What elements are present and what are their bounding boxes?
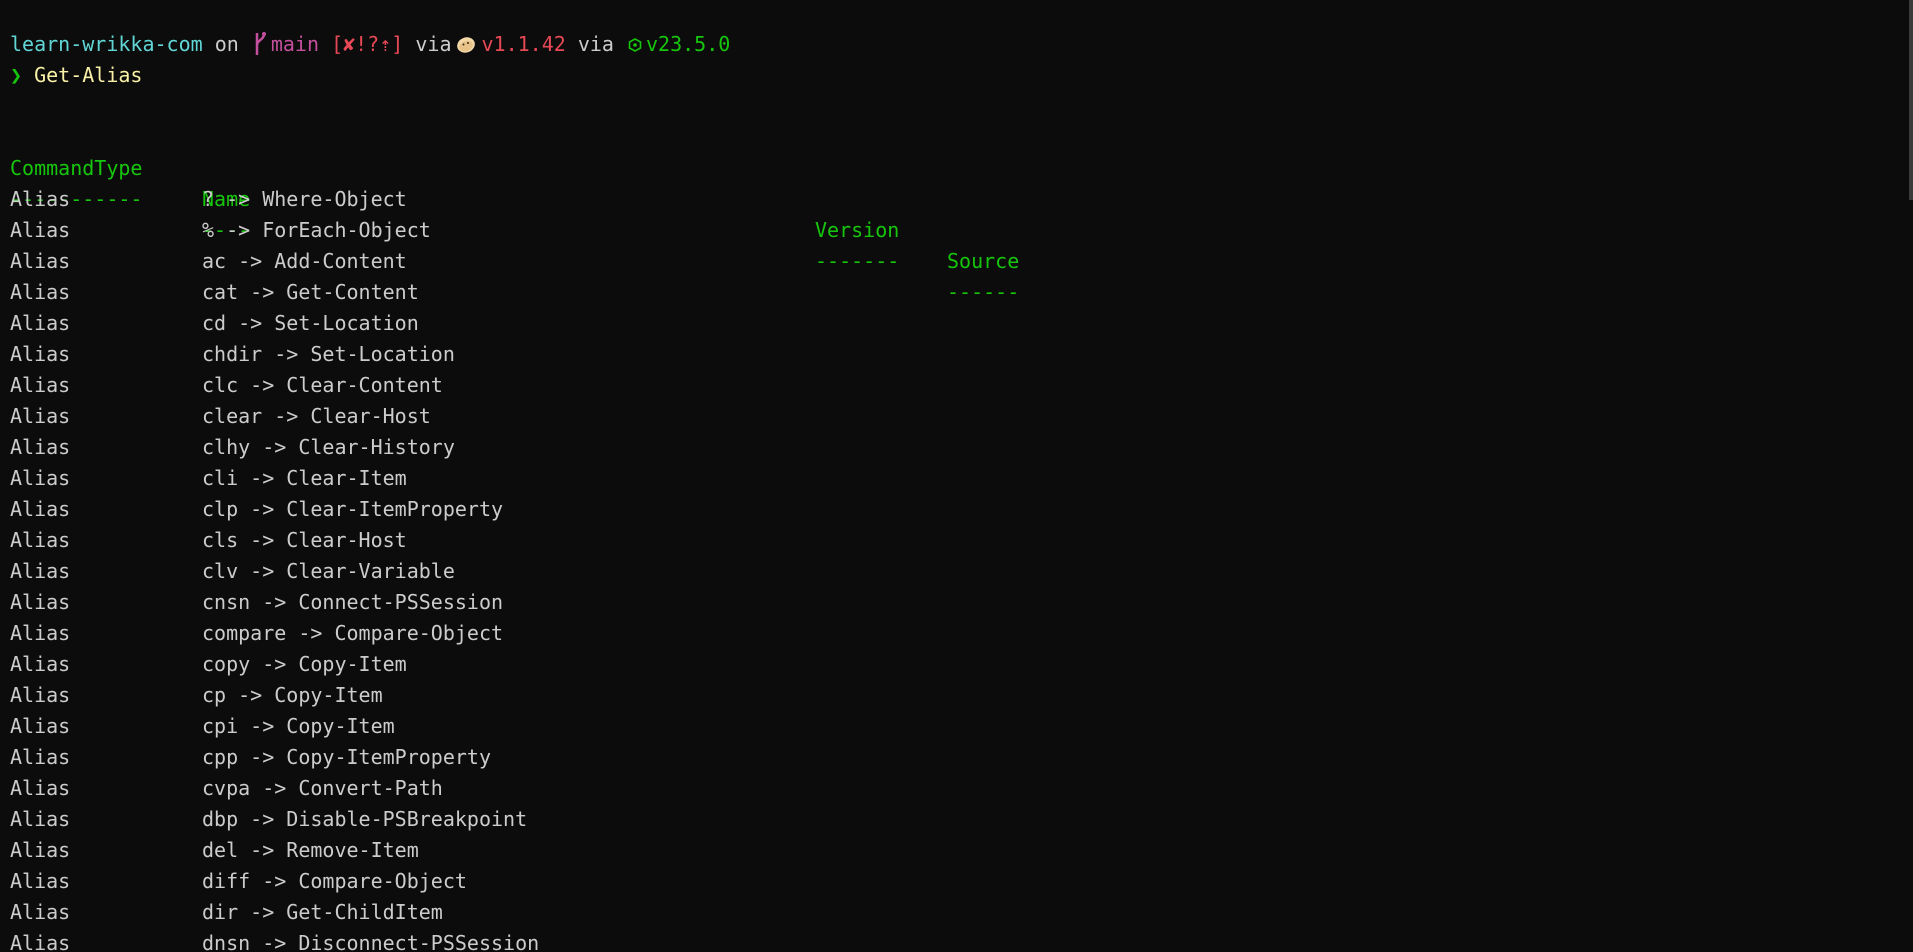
table-row: Alias clear -> Clear-Host (10, 401, 1893, 432)
cell-name: cls -> Clear-Host (202, 528, 407, 552)
table-row: Alias cp -> Copy-Item (10, 680, 1893, 711)
cell-commandtype: Alias (10, 621, 71, 645)
cell-name: dnsn -> Disconnect-PSSession (202, 931, 540, 952)
cell-commandtype: Alias (10, 497, 71, 521)
cell-commandtype: Alias (10, 373, 71, 397)
cell-name: diff -> Compare-Object (202, 869, 467, 893)
cell-commandtype: Alias (10, 652, 71, 676)
table-row: Alias diff -> Compare-Object (10, 866, 1893, 897)
prompt-symbol: ❯ (10, 63, 23, 87)
table-row: Alias ac -> Add-Content (10, 246, 1893, 277)
cell-name: cpp -> Copy-ItemProperty (202, 745, 491, 769)
cell-name: compare -> Compare-Object (202, 621, 504, 645)
prompt-tool-version: v1.1.42 (481, 32, 566, 56)
table-body: Alias ? -> Where-Object Alias % -> ForEach-… (10, 184, 1893, 952)
command-line[interactable]: ❯ Get-Alias (10, 60, 1893, 91)
cell-commandtype: Alias (10, 249, 71, 273)
cell-commandtype: Alias (10, 931, 71, 952)
cell-commandtype: Alias (10, 745, 71, 769)
scrollbar-thumb[interactable] (1909, 0, 1913, 200)
table-row: Alias cnsn -> Connect-PSSession (10, 587, 1893, 618)
cell-commandtype: Alias (10, 838, 71, 862)
cell-commandtype: Alias (10, 466, 71, 490)
cell-name: cat -> Get-Content (202, 280, 419, 304)
cell-name: dir -> Get-ChildItem (202, 900, 443, 924)
prompt-branch: main (270, 32, 320, 56)
table-row: Alias clp -> Clear-ItemProperty (10, 494, 1893, 525)
cell-name: % -> ForEach-Object (202, 218, 431, 242)
table-row: Alias dbp -> Disable-PSBreakpoint (10, 804, 1893, 835)
command-text: Get-Alias (34, 63, 143, 87)
table-row: Alias cpp -> Copy-ItemProperty (10, 742, 1893, 773)
terminal-window[interactable]: learn-wrikka-com on main [✘!?⇡] via v1.1.… (0, 0, 1913, 952)
cell-name: clc -> Clear-Content (202, 373, 443, 397)
cell-name: clear -> Clear-Host (202, 404, 431, 428)
prompt-directory: learn-wrikka-com (10, 32, 203, 56)
prompt-via-2: via (577, 32, 614, 56)
cell-commandtype: Alias (10, 869, 71, 893)
cell-commandtype: Alias (10, 900, 71, 924)
cell-name: clhy -> Clear-History (202, 435, 455, 459)
cell-commandtype: Alias (10, 807, 71, 831)
cell-commandtype: Alias (10, 342, 71, 366)
cell-name: ac -> Add-Content (202, 249, 407, 273)
prompt-git-status: [✘!?⇡] (331, 32, 404, 56)
table-header: CommandType Name Version Source (10, 122, 1893, 273)
cell-name: copy -> Copy-Item (202, 652, 407, 676)
cell-name: cnsn -> Connect-PSSession (202, 590, 504, 614)
table-row: Alias compare -> Compare-Object (10, 618, 1893, 649)
cell-name: cd -> Set-Location (202, 311, 419, 335)
cell-commandtype: Alias (10, 590, 71, 614)
table-row: Alias cpi -> Copy-Item (10, 711, 1893, 742)
cell-commandtype: Alias (10, 776, 71, 800)
prompt-node-version: v23.5.0 (646, 32, 731, 56)
cell-commandtype: Alias (10, 528, 71, 552)
table-row: Alias cvpa -> Convert-Path (10, 773, 1893, 804)
git-branch-icon (255, 32, 266, 55)
cell-name: clp -> Clear-ItemProperty (202, 497, 504, 521)
bun-icon (457, 37, 476, 53)
table-row: Alias dnsn -> Disconnect-PSSession (10, 928, 1893, 952)
cell-name: chdir -> Set-Location (202, 342, 455, 366)
prompt-on: on (214, 32, 239, 56)
table-row: Alias dir -> Get-ChildItem (10, 897, 1893, 928)
table-row: Alias clhy -> Clear-History (10, 432, 1893, 463)
cell-commandtype: Alias (10, 714, 71, 738)
cell-name: ? -> Where-Object (202, 187, 407, 211)
table-row: Alias cls -> Clear-Host (10, 525, 1893, 556)
cell-name: clv -> Clear-Variable (202, 559, 455, 583)
table-row: Alias cd -> Set-Location (10, 308, 1893, 339)
nodejs-icon (628, 38, 642, 52)
cell-name: dbp -> Disable-PSBreakpoint (202, 807, 528, 831)
cell-name: del -> Remove-Item (202, 838, 419, 862)
prompt-line: learn-wrikka-com on main [✘!?⇡] via v1.1.… (10, 29, 1893, 60)
table-row: Alias % -> ForEach-Object (10, 215, 1893, 246)
table-row: Alias copy -> Copy-Item (10, 649, 1893, 680)
cell-commandtype: Alias (10, 218, 71, 242)
table-row: Alias cat -> Get-Content (10, 277, 1893, 308)
cell-commandtype: Alias (10, 559, 71, 583)
cell-commandtype: Alias (10, 311, 71, 335)
cell-name: cpi -> Copy-Item (202, 714, 395, 738)
cell-name: cvpa -> Convert-Path (202, 776, 443, 800)
table-row: Alias cli -> Clear-Item (10, 463, 1893, 494)
table-row: Alias del -> Remove-Item (10, 835, 1893, 866)
cell-commandtype: Alias (10, 435, 71, 459)
table-header-underline: ----------- ---- ------- ------ (10, 153, 1893, 304)
cell-name: cli -> Clear-Item (202, 466, 407, 490)
cell-commandtype: Alias (10, 280, 71, 304)
prompt-via-1: via (415, 32, 452, 56)
terminal-content: learn-wrikka-com on main [✘!?⇡] via v1.1.… (10, 29, 1893, 952)
table-row: Alias clv -> Clear-Variable (10, 556, 1893, 587)
table-row: Alias ? -> Where-Object (10, 184, 1893, 215)
cell-name: cp -> Copy-Item (202, 683, 383, 707)
cell-commandtype: Alias (10, 683, 71, 707)
cell-commandtype: Alias (10, 187, 71, 211)
table-row: Alias chdir -> Set-Location (10, 339, 1893, 370)
table-row: Alias clc -> Clear-Content (10, 370, 1893, 401)
cell-commandtype: Alias (10, 404, 71, 428)
